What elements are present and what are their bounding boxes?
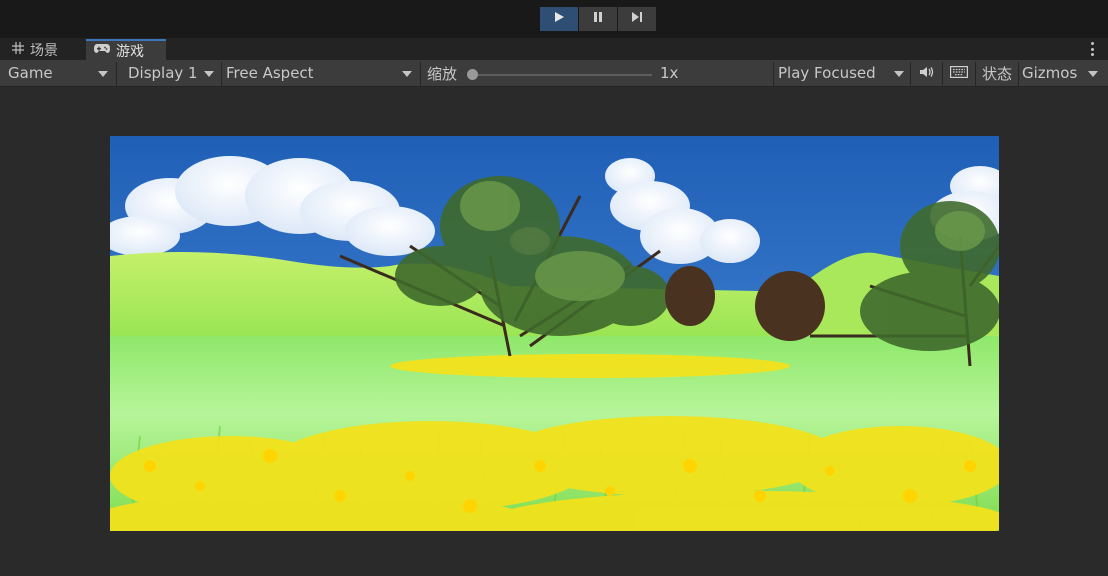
tab-scene-label: 场景	[30, 42, 58, 59]
scale-label-text: 缩放	[427, 64, 458, 83]
game-viewport[interactable]	[110, 136, 999, 531]
pause-button[interactable]	[579, 7, 617, 31]
more-options-icon[interactable]	[1090, 42, 1094, 56]
play-mode-dropdown[interactable]: Play Focused	[774, 62, 910, 84]
display-dropdown[interactable]: Display 1	[120, 62, 220, 84]
keyboard-icon	[950, 64, 968, 82]
scale-slider-track[interactable]	[472, 74, 652, 76]
tab-strip: 场景	[0, 38, 1108, 60]
chevron-down-icon	[894, 71, 904, 77]
view-mode-dropdown[interactable]: Game	[4, 62, 114, 84]
play-icon	[553, 11, 565, 27]
view-mode-label: Game	[8, 64, 53, 82]
tab-game-label: 游戏	[116, 43, 144, 60]
scene-grid-icon	[12, 41, 24, 58]
chevron-down-icon	[98, 71, 108, 77]
pause-icon	[592, 11, 604, 27]
step-icon	[631, 11, 643, 27]
aspect-label: Free Aspect	[226, 64, 314, 82]
play-controls	[540, 7, 657, 31]
play-button[interactable]	[540, 7, 578, 31]
speaker-icon	[919, 64, 935, 82]
chevron-down-icon	[402, 71, 412, 77]
scale-label: 缩放	[427, 62, 467, 84]
play-mode-label: Play Focused	[778, 64, 876, 82]
scale-value: 1x	[660, 62, 700, 84]
tab-scene[interactable]: 场景	[8, 39, 90, 60]
top-bar	[0, 0, 1108, 38]
display-label: Display 1	[128, 64, 198, 82]
audio-toggle[interactable]	[912, 62, 942, 84]
gizmos-dropdown[interactable]: Gizmos	[1019, 62, 1104, 84]
scale-value-text: 1x	[660, 64, 679, 82]
chevron-down-icon	[1088, 71, 1098, 77]
game-scene-image	[110, 136, 999, 531]
keyboard-toggle[interactable]	[943, 62, 975, 84]
gizmos-label: Gizmos	[1022, 64, 1078, 82]
gamepad-icon	[94, 43, 110, 58]
stats-button[interactable]: 状态	[976, 62, 1018, 84]
aspect-dropdown[interactable]: Free Aspect	[222, 62, 418, 84]
tab-game[interactable]: 游戏	[86, 39, 166, 60]
step-button[interactable]	[618, 7, 656, 31]
stats-label: 状态	[981, 64, 1012, 83]
scale-slider-handle[interactable]	[467, 69, 478, 80]
chevron-down-icon	[204, 71, 214, 77]
